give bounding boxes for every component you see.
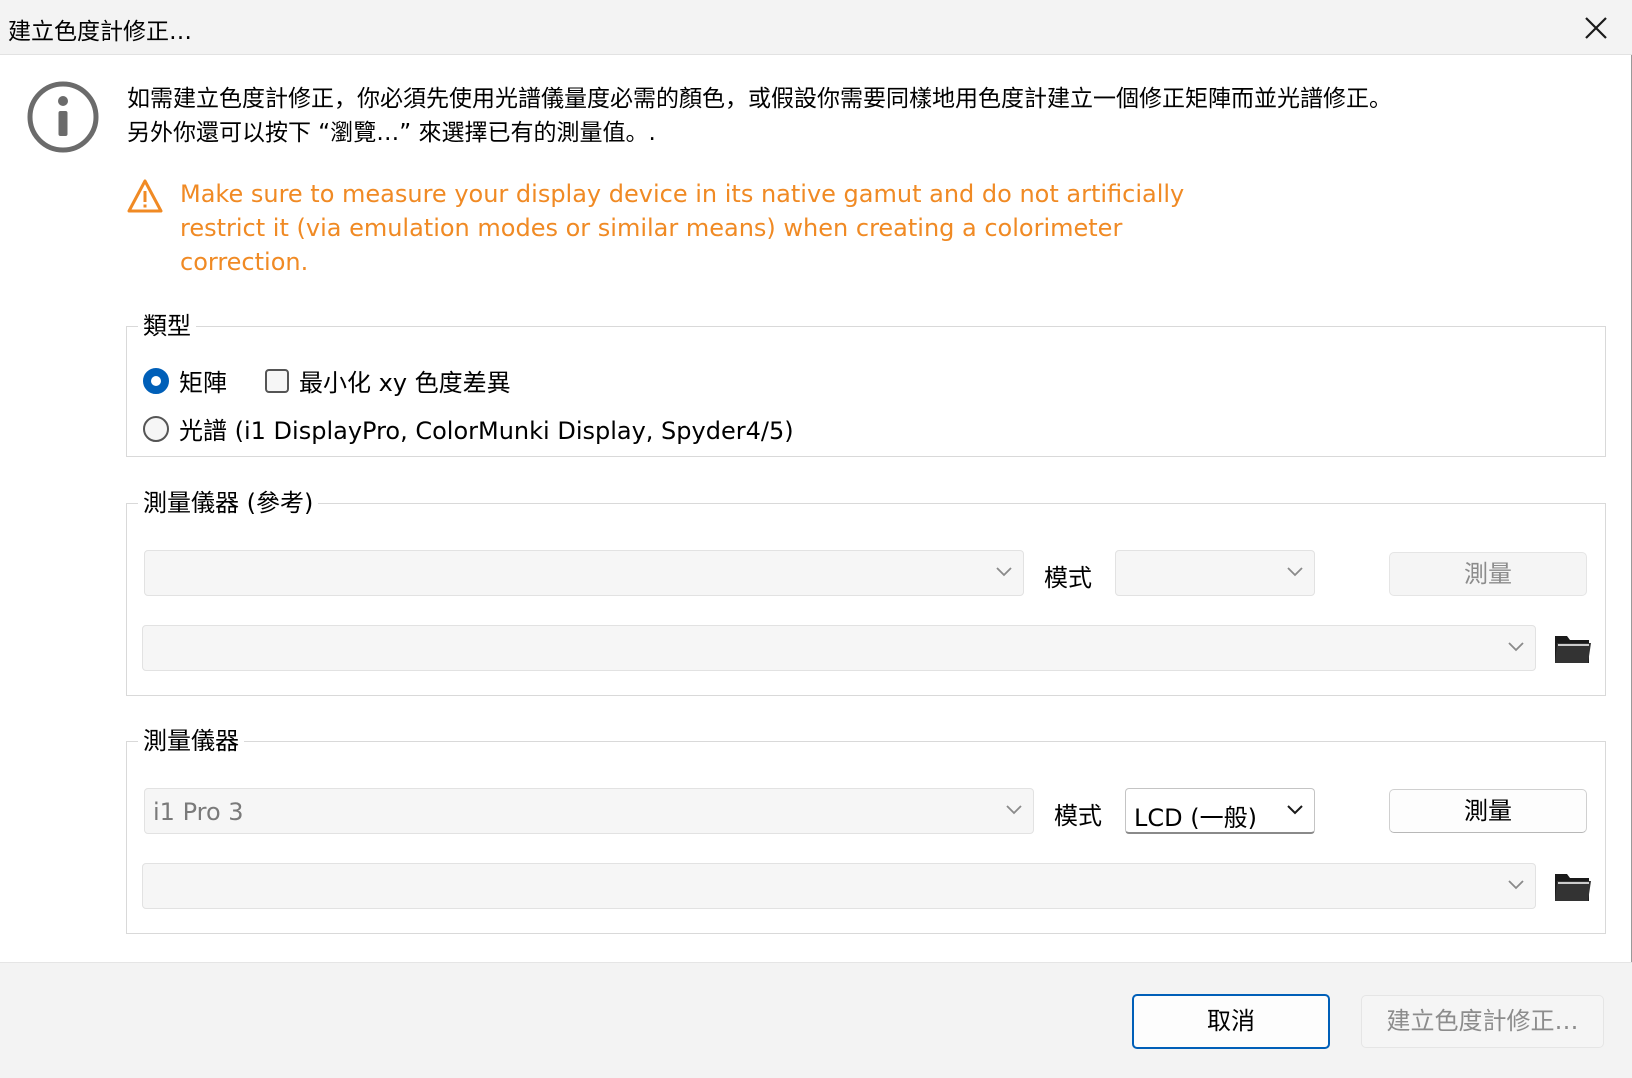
reference-file-select[interactable] <box>142 625 1536 671</box>
chevron-down-icon <box>1006 805 1022 815</box>
info-line-1: 如需建立色度計修正，你必須先使用光譜儀量度必需的顏色，或假設你需要同樣地用色度計… <box>127 86 1392 112</box>
minimize-xy-label: 最小化 xy 色度差異 <box>299 369 511 397</box>
instrument-select[interactable]: i1 Pro 3 <box>144 788 1034 834</box>
type-group: 類型 矩陣 最小化 xy 色度差異 光譜 (i1 DisplayPro, Col… <box>126 310 1606 457</box>
create-correction-button[interactable]: 建立色度計修正… <box>1361 995 1604 1048</box>
dialog-footer: 取消 建立色度計修正… <box>0 962 1632 1078</box>
instrument-browse-folder-icon[interactable] <box>1553 868 1593 904</box>
info-message: 如需建立色度計修正，你必須先使用光譜儀量度必需的顏色，或假設你需要同樣地用色度計… <box>127 82 1607 150</box>
type-group-label: 類型 <box>138 310 196 342</box>
reference-measure-button[interactable]: 測量 <box>1389 552 1587 596</box>
matrix-option[interactable]: 矩陣 <box>143 363 227 398</box>
close-button[interactable] <box>1574 8 1618 48</box>
info-line-2: 另外你還可以按下 “瀏覽…” 來選擇已有的測量值。. <box>127 120 656 146</box>
reference-group-label: 測量儀器 (參考) <box>138 487 319 519</box>
instrument-measure-button[interactable]: 測量 <box>1389 789 1587 833</box>
matrix-radio[interactable] <box>143 367 169 394</box>
instrument-mode-label: 模式 <box>1054 802 1102 830</box>
instrument-mode-value: LCD (一般) <box>1134 804 1257 832</box>
instrument-value: i1 Pro 3 <box>153 798 244 826</box>
instrument-file-select[interactable] <box>142 863 1536 909</box>
instrument-group-label: 測量儀器 <box>138 725 244 757</box>
warning-message: Make sure to measure your display device… <box>180 180 1185 276</box>
reference-browse-folder-icon[interactable] <box>1553 630 1593 666</box>
spectral-label: 光譜 (i1 DisplayPro, ColorMunki Display, S… <box>179 417 794 445</box>
minimize-xy-option[interactable]: 最小化 xy 色度差異 <box>265 363 511 398</box>
matrix-label: 矩陣 <box>179 369 227 397</box>
spectral-option[interactable]: 光譜 (i1 DisplayPro, ColorMunki Display, S… <box>143 411 794 446</box>
chevron-down-icon <box>1287 567 1303 577</box>
warning-icon <box>127 179 163 213</box>
reference-instrument-group: 測量儀器 (參考) 模式 測量 <box>126 487 1606 696</box>
cancel-button[interactable]: 取消 <box>1132 994 1330 1049</box>
reference-mode-select[interactable] <box>1115 550 1315 596</box>
reference-mode-label: 模式 <box>1044 564 1092 592</box>
chevron-down-icon <box>1508 880 1524 890</box>
spectral-radio[interactable] <box>143 415 169 442</box>
instrument-group: 測量儀器 i1 Pro 3 模式 LCD (一般) 測量 <box>126 725 1606 934</box>
chevron-down-icon <box>996 567 1012 577</box>
chevron-down-icon <box>1287 805 1303 815</box>
chevron-down-icon <box>1508 642 1524 652</box>
title-bar[interactable]: 建立色度計修正… <box>0 0 1632 55</box>
close-icon <box>1585 17 1607 39</box>
window-title: 建立色度計修正… <box>8 19 192 45</box>
colorimeter-correction-dialog: 建立色度計修正… 如需建立色度計修正，你必須先使用光譜儀量度必需的顏色，或假設你… <box>0 0 1632 1078</box>
info-icon <box>27 81 99 153</box>
reference-instrument-select[interactable] <box>144 550 1024 596</box>
instrument-mode-select[interactable]: LCD (一般) <box>1125 788 1315 834</box>
minimize-xy-checkbox[interactable] <box>265 368 289 393</box>
